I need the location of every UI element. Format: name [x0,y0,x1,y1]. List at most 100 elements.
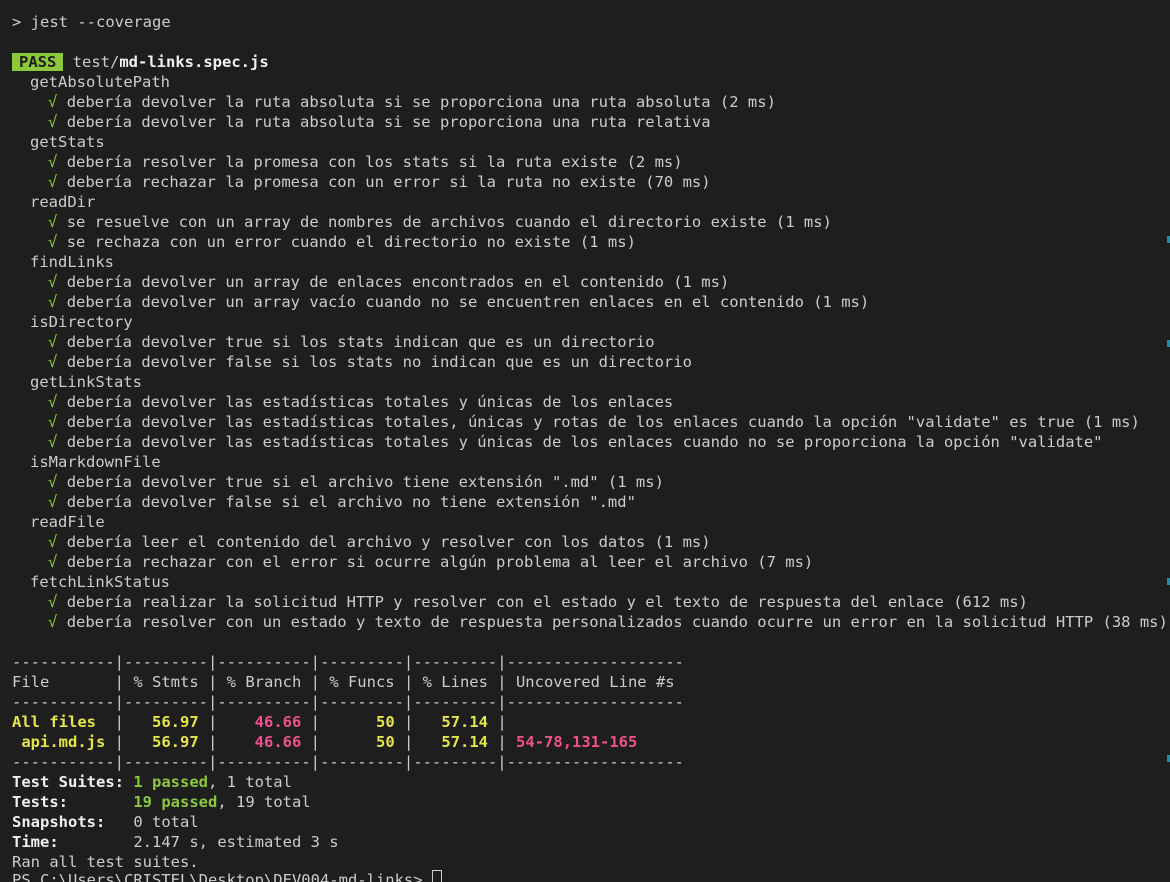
coverage-header-row: File | % Stmts | % Branch | % Funcs | % … [12,673,675,691]
test-case: √ debería devolver las estadísticas tota… [12,392,1170,412]
check-icon: √ [48,413,58,431]
test-case: √ debería realizar la solicitud HTTP y r… [12,592,1170,612]
coverage-header-file: File [12,673,50,691]
test-case-label: debería resolver con un estado y texto d… [66,613,1168,631]
coverage-separator-mid: -----------|---------|----------|-------… [12,693,684,711]
test-case-label: debería devolver las estadísticas totale… [66,393,674,411]
coverage-funcs: 50 [376,733,395,751]
coverage-rows: All files | 56.97 | 46.66 | 50 | 57.14 |… [12,712,1170,752]
check-icon: √ [48,493,58,511]
test-case: √ debería devolver las estadísticas tota… [12,432,1170,452]
next-prompt-line[interactable]: PS C:\Users\CRISTEL\Desktop\DEV004-md-li… [12,870,442,882]
summary-snapshots-label: Snapshots: [12,813,106,831]
test-groups: getAbsolutePath √ debería devolver la rut… [12,72,1170,632]
test-case: √ debería devolver true si el archivo ti… [12,472,1170,492]
test-group-name: findLinks [30,253,114,271]
test-group-name: readFile [30,513,105,531]
test-case-label: debería resolver la promesa con los stat… [66,153,683,171]
coverage-header-uncovered: Uncovered Line #s [515,673,675,691]
check-icon: √ [48,213,58,231]
text-cursor [431,870,442,882]
check-icon: √ [48,473,58,491]
test-case-label: debería rechazar la promesa con un error… [66,173,711,191]
test-case: √ debería devolver true si los stats ind… [12,332,1170,352]
coverage-header-cell: % Lines [422,673,488,691]
test-case: √ debería devolver false si los stats no… [12,352,1170,372]
test-group-name: getAbsolutePath [30,73,170,91]
test-case-label: debería devolver la ruta absoluta si se … [66,113,711,131]
test-group-name: readDir [30,193,96,211]
coverage-file: api.md.js [12,733,106,751]
summary-snapshots-value: 0 total [133,813,199,831]
check-icon: √ [48,153,58,171]
test-case: √ debería devolver un array vacío cuando… [12,292,1170,312]
test-case-label: debería rechazar con el error si ocurre … [66,553,814,571]
test-case: √ debería devolver un array de enlaces e… [12,272,1170,292]
check-icon: √ [48,433,58,451]
test-case-label: debería leer el contenido del archivo y … [66,533,711,551]
summary-snapshots: Snapshots: 0 total [12,812,1170,832]
test-case-label: debería devolver false si el archivo no … [66,493,636,511]
terminal-output: > jest --coverage PASS test/md-links.spe… [12,12,1170,872]
test-case-label: debería devolver las estadísticas totale… [66,433,1103,451]
coverage-row: All files | 56.97 | 46.66 | 50 | 57.14 | [12,713,517,731]
command-text: jest --coverage [30,13,171,31]
check-icon: √ [48,93,58,111]
test-case-label: debería devolver un array vacío cuando n… [66,293,870,311]
check-icon: √ [48,393,58,411]
test-case: √ debería devolver false si el archivo n… [12,492,1170,512]
coverage-row: api.md.js | 56.97 | 46.66 | 50 | 57.14 |… [12,733,638,751]
coverage-funcs: 50 [376,713,395,731]
summary-time-value: 2.147 s, estimated 3 s [133,833,339,851]
test-case: √ debería resolver la promesa con los st… [12,152,1170,172]
coverage-header-cell: % Funcs [329,673,395,691]
coverage-stmts: 56.97 [152,733,199,751]
summary-suites-total: , 1 total [207,773,292,791]
check-icon: √ [48,113,58,131]
test-group-name: getLinkStats [30,373,142,391]
coverage-branch: 46.66 [254,713,302,731]
test-case-label: debería realizar la solicitud HTTP y res… [66,593,1028,611]
test-case-label: debería devolver un array de enlaces enc… [66,273,730,291]
test-case: √ debería leer el contenido del archivo … [12,532,1170,552]
check-icon: √ [48,273,58,291]
coverage-header-cell: % Branch [226,673,302,691]
test-case-label: debería devolver false si los stats no i… [66,353,692,371]
test-case: √ se resuelve con un array de nombres de… [12,212,1170,232]
summary-suites: Test Suites: 1 passed, 1 total [12,772,1170,792]
next-prompt-text: PS C:\Users\CRISTEL\Desktop\DEV004-md-li… [12,871,432,882]
summary-tests-total: , 19 total [217,793,311,811]
check-icon: √ [48,173,58,191]
summary-tests: Tests: 19 passed, 19 total [12,792,1170,812]
summary-suites-label: Test Suites: [12,773,124,791]
suite-path-file: md-links.spec.js [119,53,269,71]
test-case: √ se rechaza con un error cuando el dire… [12,232,1170,252]
coverage-branch: 46.66 [254,733,302,751]
test-group-name: isMarkdownFile [30,453,161,471]
check-icon: √ [48,333,58,351]
summary-tests-label: Tests: [12,793,68,811]
test-case: √ debería devolver la ruta absoluta si s… [12,92,1170,112]
test-case-label: debería devolver las estadísticas totale… [66,413,1140,431]
check-icon: √ [48,353,58,371]
suite-result-line: PASS test/md-links.spec.js [12,52,1170,72]
coverage-uncovered: 54-78,131-165 [516,733,638,751]
coverage-separator-top: -----------|---------|----------|-------… [12,653,684,671]
summary-tests-passed: 19 passed [133,793,218,811]
command-line: > jest --coverage [12,12,1170,32]
check-icon: √ [48,593,58,611]
coverage-lines: 57.14 [441,713,489,731]
test-case-label: se rechaza con un error cuando el direct… [66,233,636,251]
summary-time-label: Time: [12,833,59,851]
check-icon: √ [48,533,58,551]
test-case: √ debería devolver las estadísticas tota… [12,412,1170,432]
test-case: √ debería rechazar la promesa con un err… [12,172,1170,192]
check-icon: √ [48,233,58,251]
test-case-label: debería devolver la ruta absoluta si se … [66,93,776,111]
coverage-separator-bottom: -----------|---------|----------|-------… [12,753,684,771]
test-group-name: getStats [30,133,105,151]
test-case: √ debería devolver la ruta absoluta si s… [12,112,1170,132]
summary-suites-passed: 1 passed [133,773,208,791]
test-group-name: isDirectory [30,313,133,331]
pass-badge: PASS [12,53,64,71]
